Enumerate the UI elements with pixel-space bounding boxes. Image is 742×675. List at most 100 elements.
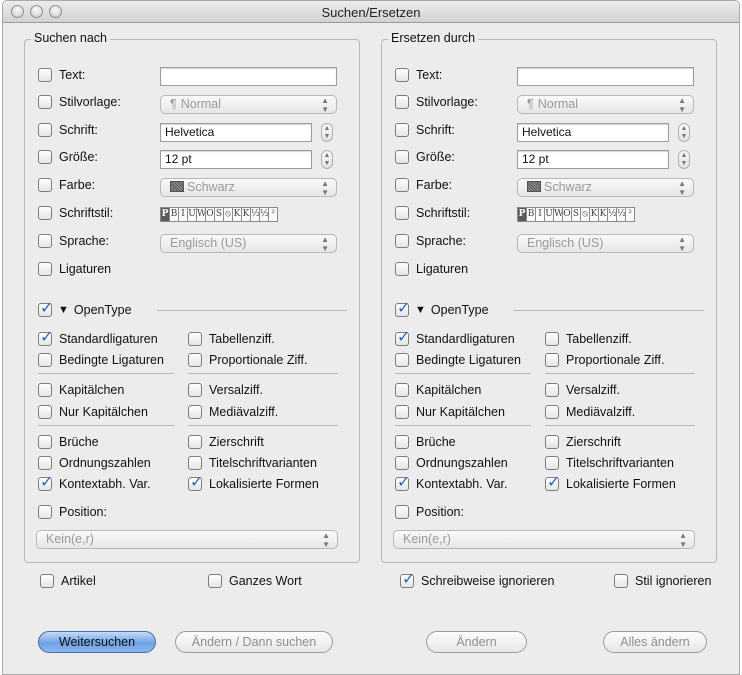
find-ot-left-3-checkbox[interactable] (38, 405, 52, 419)
replace-ot-right-0-checkbox[interactable] (545, 332, 559, 346)
replace-ot-left-6[interactable]: Kontextabh. Var. (395, 472, 508, 491)
option-schreibweise-ignorieren[interactable]: Schreibweise ignorieren (400, 569, 554, 588)
replace-sprache[interactable]: Sprache: (395, 234, 466, 248)
replace-schrift-stepper[interactable]: ▲ ▼ (678, 123, 690, 142)
find-ot-left-4-checkbox[interactable] (38, 435, 52, 449)
find-ot-left-0-checkbox[interactable] (38, 327, 53, 346)
find-ot-left-6[interactable]: Kontextabh. Var. (38, 472, 151, 491)
find-ot-right-3[interactable]: Mediävalziff. (188, 405, 278, 419)
find-sprache-popup[interactable]: Englisch (US) ▲ ▼ (160, 234, 337, 253)
find-position-popup[interactable]: Kein(e,r) ▲ ▼ (36, 530, 338, 549)
find-opentype[interactable]: ▼ OpenType (38, 298, 132, 317)
find-text-input[interactable] (160, 67, 337, 86)
ganzes-wort-checkbox[interactable] (208, 574, 222, 588)
find-schriftstil-checkbox[interactable] (38, 206, 52, 220)
replace-ot-right-1[interactable]: Proportionale Ziff. (545, 353, 664, 367)
find-sprache-checkbox[interactable] (38, 234, 52, 248)
replace-ligaturen[interactable]: Ligaturen (395, 262, 468, 276)
find-ot-right-1-checkbox[interactable] (188, 353, 202, 367)
find-schrift-input[interactable]: Helvetica (160, 123, 312, 142)
replace-position-checkbox[interactable] (395, 505, 409, 519)
replace-stilvorlage-popup[interactable]: ¶ Normal ▲ ▼ (517, 95, 694, 114)
aendern-dann-suchen-button[interactable]: Ändern / Dann suchen (175, 631, 333, 653)
find-groesse-stepper[interactable]: ▲ ▼ (321, 150, 333, 169)
find-ot-right-6[interactable]: Lokalisierte Formen (188, 472, 319, 491)
find-ot-right-3-checkbox[interactable] (188, 405, 202, 419)
replace-stilvorlage-checkbox[interactable] (395, 95, 409, 109)
find-position[interactable]: Position: (38, 505, 107, 519)
find-ot-right-5[interactable]: Titelschriftvarianten (188, 456, 317, 470)
find-ot-right-0-checkbox[interactable] (188, 332, 202, 346)
replace-schrift-checkbox[interactable] (395, 123, 409, 137)
find-text-checkbox[interactable] (38, 68, 52, 82)
replace-ot-right-2-checkbox[interactable] (545, 383, 559, 397)
find-ot-left-0[interactable]: Standardligaturen (38, 327, 158, 346)
replace-sprache-popup[interactable]: Englisch (US) ▲ ▼ (517, 234, 694, 253)
replace-position-popup[interactable]: Kein(e,r) ▲ ▼ (393, 530, 695, 549)
find-schrift[interactable]: Schrift: (38, 123, 98, 137)
weitersuchen-button[interactable]: Weitersuchen (38, 631, 156, 653)
find-farbe-checkbox[interactable] (38, 178, 52, 192)
replace-groesse-checkbox[interactable] (395, 150, 409, 164)
replace-ot-left-2[interactable]: Kapitälchen (395, 383, 481, 397)
replace-groesse-stepper[interactable]: ▲ ▼ (678, 150, 690, 169)
find-ot-left-2-checkbox[interactable] (38, 383, 52, 397)
replace-ot-left-3-checkbox[interactable] (395, 405, 409, 419)
replace-ot-left-0-checkbox[interactable] (395, 327, 410, 346)
find-opentype-checkbox[interactable] (38, 298, 53, 317)
replace-opentype-checkbox[interactable] (395, 298, 410, 317)
find-groesse[interactable]: Größe: (38, 150, 98, 164)
find-stilvorlage[interactable]: Stilvorlage: (38, 95, 121, 109)
replace-ot-right-2[interactable]: Versalziff. (545, 383, 620, 397)
replace-farbe-checkbox[interactable] (395, 178, 409, 192)
find-schrift-checkbox[interactable] (38, 123, 52, 137)
find-ot-right-4-checkbox[interactable] (188, 435, 202, 449)
aendern-button[interactable]: Ändern (426, 631, 527, 653)
replace-ot-right-5-checkbox[interactable] (545, 456, 559, 470)
replace-ot-left-4-checkbox[interactable] (395, 435, 409, 449)
find-text[interactable]: Text: (38, 68, 85, 82)
replace-opentype[interactable]: ▼ OpenType (395, 298, 489, 317)
replace-ot-right-5[interactable]: Titelschriftvarianten (545, 456, 674, 470)
replace-ot-right-4-checkbox[interactable] (545, 435, 559, 449)
replace-schriftstil-checkbox[interactable] (395, 206, 409, 220)
replace-ot-right-0[interactable]: Tabellenziff. (545, 332, 632, 346)
replace-farbe-popup[interactable]: Schwarz ▲ ▼ (517, 178, 694, 197)
replace-ot-left-2-checkbox[interactable] (395, 383, 409, 397)
find-groesse-input[interactable]: 12 pt (160, 150, 312, 169)
find-ligaturen-checkbox[interactable] (38, 262, 52, 276)
replace-schrift-input[interactable]: Helvetica (517, 123, 669, 142)
replace-ot-right-6[interactable]: Lokalisierte Formen (545, 472, 676, 491)
replace-farbe[interactable]: Farbe: (395, 178, 452, 192)
find-groesse-checkbox[interactable] (38, 150, 52, 164)
replace-text[interactable]: Text: (395, 68, 442, 82)
find-stilvorlage-checkbox[interactable] (38, 95, 52, 109)
replace-ot-left-3[interactable]: Nur Kapitälchen (395, 405, 505, 419)
replace-ot-left-6-checkbox[interactable] (395, 472, 410, 491)
find-ot-left-2[interactable]: Kapitälchen (38, 383, 124, 397)
replace-groesse[interactable]: Größe: (395, 150, 455, 164)
find-ot-left-1-checkbox[interactable] (38, 353, 52, 367)
schreibweise-ignorieren-checkbox[interactable] (400, 569, 415, 588)
find-ot-left-1[interactable]: Bedingte Ligaturen (38, 353, 164, 367)
find-ot-right-1[interactable]: Proportionale Ziff. (188, 353, 307, 367)
option-artikel[interactable]: Artikel (40, 574, 96, 588)
replace-style-button[interactable]: ² (625, 207, 635, 222)
find-ot-left-5[interactable]: Ordnungszahlen (38, 456, 151, 470)
replace-ot-right-1-checkbox[interactable] (545, 353, 559, 367)
find-ot-left-3[interactable]: Nur Kapitälchen (38, 405, 148, 419)
replace-ot-left-5-checkbox[interactable] (395, 456, 409, 470)
alles-aendern-button[interactable]: Alles ändern (603, 631, 707, 653)
find-ot-left-6-checkbox[interactable] (38, 472, 53, 491)
find-ot-right-2[interactable]: Versalziff. (188, 383, 263, 397)
find-ligaturen[interactable]: Ligaturen (38, 262, 111, 276)
replace-ligaturen-checkbox[interactable] (395, 262, 409, 276)
find-ot-right-5-checkbox[interactable] (188, 456, 202, 470)
replace-schriftstil[interactable]: Schriftstil: (395, 206, 470, 220)
replace-ot-left-1[interactable]: Bedingte Ligaturen (395, 353, 521, 367)
find-style-button[interactable]: ² (268, 207, 278, 222)
find-ot-left-4[interactable]: Brüche (38, 435, 99, 449)
replace-ot-left-4[interactable]: Brüche (395, 435, 456, 449)
replace-ot-right-3[interactable]: Mediävalziff. (545, 405, 635, 419)
stil-ignorieren-checkbox[interactable] (614, 574, 628, 588)
